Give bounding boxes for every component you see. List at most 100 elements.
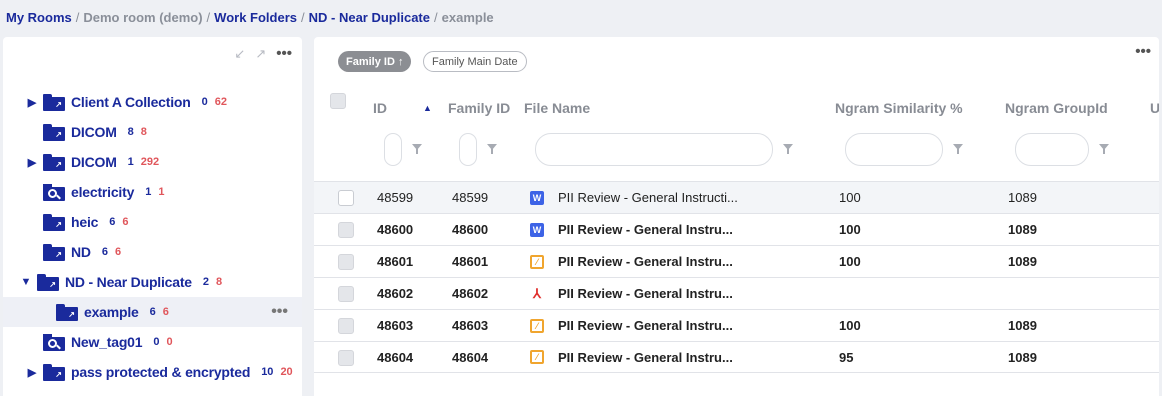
- folder-tree-panel: ↙ ↗ ••• ▶ ↗ Client A Collection 0 62 ↗ D…: [3, 37, 302, 396]
- tree-item-client-a-collection[interactable]: ▶ ↗ Client A Collection 0 62: [3, 87, 302, 117]
- row-checkbox[interactable]: [338, 254, 354, 270]
- expand-caret-icon[interactable]: ▶: [25, 96, 39, 109]
- cell-file-name[interactable]: PII Review - General Instru...: [558, 222, 733, 237]
- cell-file-name[interactable]: PII Review - General Instructi...: [558, 190, 738, 205]
- document-grid-panel: ••• Family ID ↑ Family Main Date ID ▲ Fa…: [314, 37, 1159, 396]
- tree-item-count-total: 292: [140, 156, 160, 168]
- cell-file-name[interactable]: PII Review - General Instru...: [558, 350, 733, 365]
- table-row[interactable]: 48603 48603 ⁄ PII Review - General Instr…: [314, 309, 1159, 341]
- word-icon: W: [530, 222, 544, 237]
- cell-file-name[interactable]: PII Review - General Instru...: [558, 286, 733, 301]
- expand-caret-icon[interactable]: ▶: [25, 156, 39, 169]
- table-row[interactable]: 48599 48599 W PII Review - General Instr…: [314, 181, 1159, 213]
- file-name-filter-input[interactable]: [535, 133, 773, 166]
- column-header-ngram-groupid[interactable]: Ngram GroupId: [1005, 93, 1108, 123]
- row-checkbox[interactable]: [338, 190, 354, 206]
- tree-item-count: 6: [149, 306, 156, 318]
- cell-family-id: 48600: [452, 222, 489, 237]
- tree-item-label: ND - Near Duplicate: [65, 274, 192, 290]
- column-header-file-name[interactable]: File Name: [524, 93, 590, 123]
- tree-item-dicom[interactable]: ↗ DICOM 8 8: [3, 117, 302, 147]
- sort-chip-family-id[interactable]: Family ID ↑: [338, 51, 412, 72]
- filter-icon[interactable]: [412, 144, 422, 154]
- breadcrumb-separator: /: [75, 10, 80, 25]
- expand-icon[interactable]: ↗: [255, 46, 266, 62]
- sort-chip-family-main-date[interactable]: Family Main Date: [423, 51, 527, 72]
- tree-item-nd-near-duplicate[interactable]: ▼ ↗ ND - Near Duplicate 2 8: [3, 267, 302, 297]
- table-row[interactable]: 48602 48602 ⅄ PII Review - General Instr…: [314, 277, 1159, 309]
- tree-item-count: 6: [101, 246, 108, 258]
- search-folder-icon: [43, 183, 65, 201]
- grid-more-button[interactable]: •••: [1135, 43, 1151, 60]
- breadcrumb-nd[interactable]: ND - Near Duplicate: [309, 10, 430, 25]
- filter-icon[interactable]: [487, 144, 497, 154]
- column-header-id[interactable]: ID ▲: [373, 93, 432, 123]
- tree-item-count-total: 6: [162, 306, 169, 318]
- tree-item-count: 2: [202, 276, 210, 288]
- column-header-label: Family ID: [448, 100, 511, 116]
- tree-item-label: ND: [71, 244, 91, 260]
- sidebar-toolbar: ↙ ↗ •••: [234, 45, 292, 62]
- table-row[interactable]: 48601 48601 ⁄ PII Review - General Instr…: [314, 245, 1159, 277]
- filter-icon[interactable]: [1099, 144, 1109, 154]
- tree-item-nd[interactable]: ↗ ND 6 6: [3, 237, 302, 267]
- tree-item-label: pass protected & encrypted: [71, 364, 251, 380]
- pages-icon: ⁄: [530, 318, 544, 333]
- tree-item-dicom-2[interactable]: ▶ ↗ DICOM 1 292: [3, 147, 302, 177]
- row-checkbox[interactable]: [338, 222, 354, 238]
- folder-icon: ↗: [43, 93, 65, 111]
- column-header-label: File Name: [524, 100, 591, 116]
- cell-id: 48602: [377, 286, 414, 301]
- row-checkbox[interactable]: [338, 350, 354, 366]
- tree-item-count: 1: [127, 156, 134, 168]
- table-row[interactable]: 48600 48600 W PII Review - General Instr…: [314, 213, 1159, 245]
- select-all-checkbox[interactable]: [330, 93, 346, 109]
- id-filter-input[interactable]: [384, 133, 402, 166]
- cell-similarity: 100: [839, 318, 861, 333]
- tree-item-label: New_tag01: [71, 334, 143, 350]
- breadcrumb-separator: /: [434, 10, 438, 25]
- groupid-filter-input[interactable]: [1015, 133, 1089, 166]
- column-header-u[interactable]: U: [1150, 93, 1159, 123]
- breadcrumb-demo-room[interactable]: Demo room (demo): [83, 10, 202, 25]
- cell-family-id: 48599: [452, 190, 489, 205]
- similarity-filter-input[interactable]: [845, 133, 943, 166]
- filter-icon[interactable]: [953, 144, 963, 154]
- tree-item-heic[interactable]: ↗ heic 6 6: [3, 207, 302, 237]
- cell-group-id: 1089: [1008, 222, 1037, 237]
- tree-item-more-button[interactable]: •••: [271, 303, 288, 321]
- sidebar-more-button[interactable]: •••: [276, 45, 292, 62]
- collapse-icon[interactable]: ↙: [234, 46, 245, 62]
- cell-family-id: 48601: [452, 254, 489, 269]
- breadcrumb-work-folders[interactable]: Work Folders: [214, 10, 297, 25]
- folder-icon: ↗: [43, 123, 65, 141]
- table-row[interactable]: 48604 48604 ⁄ PII Review - General Instr…: [314, 341, 1159, 373]
- row-checkbox[interactable]: [338, 286, 354, 302]
- tree-item-label: DICOM: [71, 154, 117, 170]
- expand-caret-icon[interactable]: ▶: [25, 366, 39, 379]
- cell-group-id: 1089: [1008, 318, 1037, 333]
- cell-family-id: 48604: [452, 349, 489, 365]
- breadcrumb-my-rooms[interactable]: My Rooms: [6, 10, 72, 25]
- collapse-caret-icon[interactable]: ▼: [19, 276, 33, 288]
- row-checkbox[interactable]: [338, 318, 354, 334]
- tree-item-example[interactable]: ↗ example 6 6 •••: [3, 297, 302, 327]
- cell-similarity: 100: [839, 254, 861, 269]
- cell-file-name[interactable]: PII Review - General Instru...: [558, 318, 733, 333]
- column-header-ngram-similarity[interactable]: Ngram Similarity %: [835, 93, 963, 123]
- family-id-filter-input[interactable]: [459, 133, 477, 166]
- tree-item-count-total: 1: [158, 186, 165, 198]
- tree-item-electricity[interactable]: electricity 1 1: [3, 177, 302, 207]
- tree-item-count-total: 8: [216, 276, 223, 288]
- filter-icon[interactable]: [783, 144, 793, 154]
- tree-item-pass-protected[interactable]: ▶ ↗ pass protected & encrypted 10 20: [3, 357, 302, 387]
- tree-item-count: 10: [261, 366, 274, 378]
- tree-item-new-tag01[interactable]: New_tag01 0 0: [3, 327, 302, 357]
- tree-item-label: electricity: [71, 184, 135, 200]
- tree-item-label: example: [84, 304, 139, 320]
- cell-file-name[interactable]: PII Review - General Instru...: [558, 254, 733, 269]
- column-header-family-id[interactable]: Family ID: [448, 93, 520, 123]
- word-icon: W: [530, 190, 544, 205]
- tree-item-count-total: 20: [280, 366, 293, 378]
- tree-item-count: 1: [145, 186, 152, 198]
